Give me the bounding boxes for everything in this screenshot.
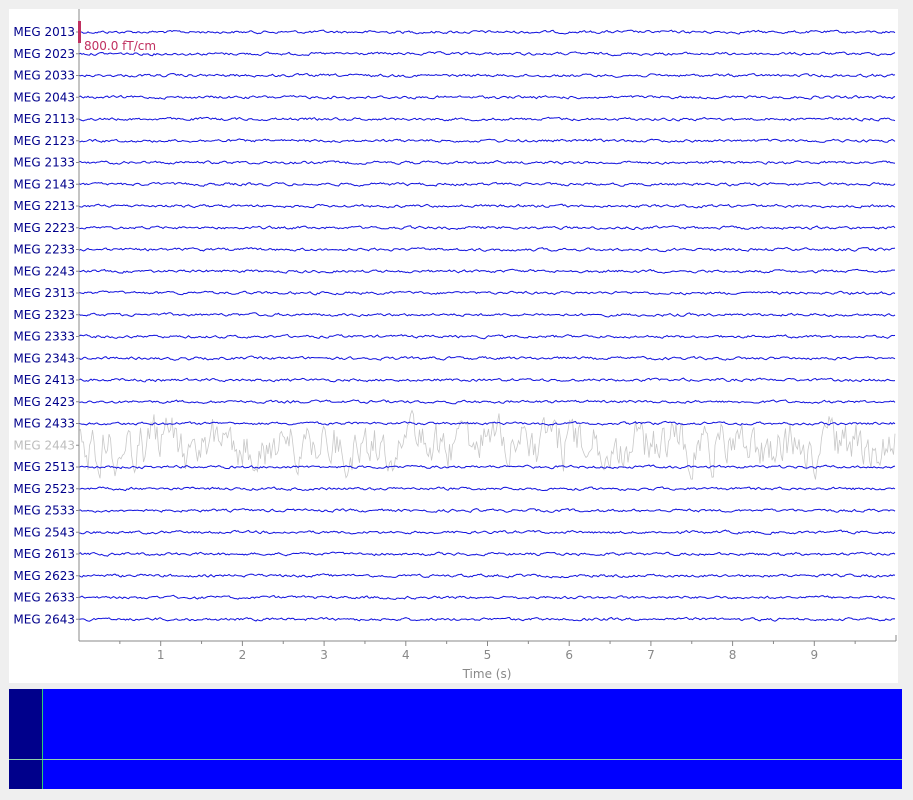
channel-trace[interactable] bbox=[78, 333, 896, 340]
channel-label[interactable]: MEG 2313 bbox=[13, 286, 75, 300]
channel-trace[interactable] bbox=[78, 616, 896, 622]
channel-label[interactable]: MEG 2243 bbox=[13, 264, 75, 278]
time-axis-label: Time (s) bbox=[462, 667, 512, 681]
channel-label[interactable]: MEG 2023 bbox=[13, 47, 75, 61]
overview-scrollbar[interactable] bbox=[9, 689, 902, 789]
time-tick-label: 9 bbox=[810, 648, 818, 662]
channel-trace[interactable] bbox=[78, 94, 896, 100]
channel-trace[interactable] bbox=[78, 486, 896, 492]
channel-label[interactable]: MEG 2223 bbox=[13, 221, 75, 235]
time-tick-label: 3 bbox=[320, 648, 328, 662]
channel-label[interactable]: MEG 2643 bbox=[13, 612, 75, 626]
time-tick-label: 2 bbox=[239, 648, 247, 662]
channel-label[interactable]: MEG 2423 bbox=[13, 395, 75, 409]
channel-trace[interactable] bbox=[78, 268, 895, 274]
channel-trace[interactable] bbox=[78, 160, 896, 165]
channel-trace[interactable] bbox=[78, 508, 896, 513]
channel-trace[interactable] bbox=[78, 420, 896, 426]
channel-trace[interactable] bbox=[78, 29, 896, 35]
channel-label[interactable]: MEG 2533 bbox=[13, 504, 75, 518]
traces-canvas[interactable]: MEG 2013 MEG 2023 MEG 2033 MEG 2043 MEG 2113… bbox=[9, 9, 898, 683]
channel-trace[interactable] bbox=[78, 573, 896, 579]
scale-bar-label: 800.0 fT/cm bbox=[84, 39, 156, 53]
channel-trace[interactable] bbox=[79, 225, 896, 230]
channel-label[interactable]: MEG 2043 bbox=[13, 90, 75, 104]
channel-trace[interactable] bbox=[78, 72, 896, 78]
scale-bar: 800.0 fT/cm bbox=[78, 21, 156, 53]
time-tick-label: 8 bbox=[729, 648, 737, 662]
channel-trace[interactable] bbox=[78, 246, 896, 253]
trace-plot-panel[interactable]: MEG 2013 MEG 2023 MEG 2033 MEG 2043 MEG 2113… bbox=[9, 9, 898, 683]
channel-label[interactable]: MEG 2543 bbox=[13, 525, 75, 539]
channel-trace[interactable] bbox=[78, 551, 896, 557]
channel-label[interactable]: MEG 2123 bbox=[13, 134, 75, 148]
channel-label[interactable]: MEG 2523 bbox=[13, 482, 75, 496]
time-tick-label: 4 bbox=[402, 648, 410, 662]
channel-label[interactable]: MEG 2033 bbox=[13, 69, 75, 83]
channel-trace[interactable] bbox=[78, 116, 896, 122]
channel-label[interactable]: MEG 2013 bbox=[13, 25, 75, 39]
channel-label[interactable]: MEG 2213 bbox=[13, 199, 75, 213]
time-tick-label: 5 bbox=[484, 648, 492, 662]
channel-trace[interactable] bbox=[78, 290, 896, 296]
overview-view-window[interactable] bbox=[9, 689, 43, 789]
channel-trace[interactable] bbox=[78, 399, 896, 405]
channel-trace[interactable] bbox=[78, 312, 896, 318]
channel-label[interactable]: MEG 2143 bbox=[13, 177, 75, 191]
time-tick-label: 6 bbox=[565, 648, 573, 662]
bad-traces-layer bbox=[78, 409, 896, 480]
channel-label[interactable]: MEG 2623 bbox=[13, 569, 75, 583]
channel-labels: MEG 2013 MEG 2023 MEG 2033 MEG 2043 MEG 2113… bbox=[13, 25, 79, 626]
channel-trace[interactable] bbox=[78, 203, 896, 209]
channel-trace[interactable] bbox=[78, 529, 896, 536]
channel-label[interactable]: MEG 2323 bbox=[13, 308, 75, 322]
traces-layer bbox=[78, 29, 896, 622]
channel-label[interactable]: MEG 2233 bbox=[13, 243, 75, 257]
channel-trace[interactable] bbox=[78, 594, 896, 600]
channel-label[interactable]: MEG 2343 bbox=[13, 351, 75, 365]
channel-label[interactable]: MEG 2433 bbox=[13, 417, 75, 431]
channel-trace[interactable] bbox=[79, 138, 896, 144]
channel-trace[interactable] bbox=[78, 377, 896, 383]
channel-label[interactable]: MEG 2113 bbox=[13, 112, 75, 126]
bad-channel-trace[interactable] bbox=[78, 409, 896, 480]
channel-label[interactable]: MEG 2413 bbox=[13, 373, 75, 387]
channel-label[interactable]: MEG 2333 bbox=[13, 330, 75, 344]
channel-trace[interactable] bbox=[78, 464, 896, 470]
channel-label[interactable]: MEG 2443 bbox=[13, 438, 75, 452]
channel-label[interactable]: MEG 2633 bbox=[13, 591, 75, 605]
overview-divider bbox=[9, 759, 902, 760]
time-tick-label: 1 bbox=[157, 648, 165, 662]
channel-label[interactable]: MEG 2613 bbox=[13, 547, 75, 561]
channel-trace[interactable] bbox=[78, 181, 896, 187]
scale-bar-mark bbox=[78, 21, 81, 43]
time-tick-label: 7 bbox=[647, 648, 655, 662]
time-axis: Time (s) 1 2 3 4 5 6 7 8 9 bbox=[78, 9, 897, 681]
channel-trace[interactable] bbox=[78, 355, 896, 361]
channel-label[interactable]: MEG 2513 bbox=[13, 460, 75, 474]
channel-trace[interactable] bbox=[78, 51, 896, 57]
channel-label[interactable]: MEG 2133 bbox=[13, 156, 75, 170]
